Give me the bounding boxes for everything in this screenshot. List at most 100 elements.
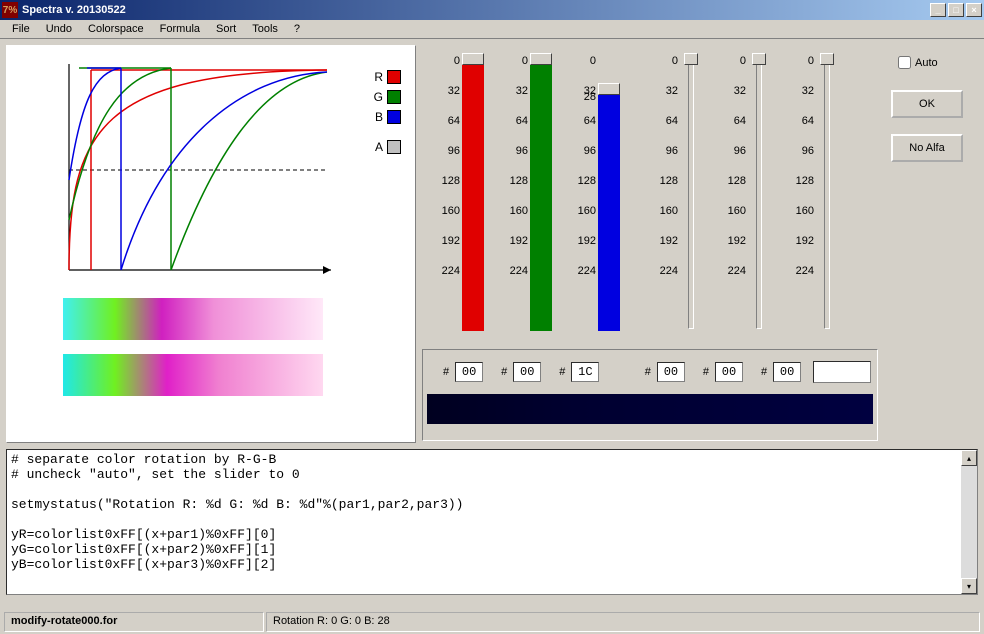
hex-input-2[interactable]: [571, 362, 599, 382]
tick-label: 96: [560, 145, 596, 157]
legend-item-a: A: [369, 140, 401, 154]
tick-label: 32: [424, 85, 460, 97]
hash-label: #: [559, 366, 565, 378]
tick-label: 0: [424, 55, 460, 67]
menu-tools[interactable]: Tools: [244, 21, 286, 37]
menu-sort[interactable]: Sort: [208, 21, 244, 37]
slider-track[interactable]: [688, 55, 694, 329]
tick-label: 64: [560, 115, 596, 127]
legend-swatch: [387, 140, 401, 154]
hex-input-1[interactable]: [513, 362, 541, 382]
tick-label: 128: [560, 175, 596, 187]
tick-label: 32: [778, 85, 814, 97]
tick-label: 224: [424, 265, 460, 277]
tick-label: 96: [642, 145, 678, 157]
slider-p5: 0326496128160192224: [708, 49, 776, 341]
slider-thumb[interactable]: [530, 53, 552, 65]
tick-label: 192: [642, 235, 678, 247]
menu-help[interactable]: ?: [286, 21, 308, 37]
auto-row: Auto: [884, 53, 970, 72]
menu-file[interactable]: File: [4, 21, 38, 37]
legend-item-b: B: [369, 110, 401, 124]
hex-row: # # # # # #: [423, 350, 877, 394]
hash-label: #: [703, 366, 709, 378]
scroll-down-icon[interactable]: ▾: [961, 578, 977, 594]
tick-label: 32: [642, 85, 678, 97]
hex-input-4[interactable]: [657, 362, 685, 382]
maximize-button[interactable]: □: [948, 3, 964, 17]
tick-label: 64: [710, 115, 746, 127]
hash-label: #: [501, 366, 507, 378]
legend-item-r: R: [369, 70, 401, 84]
scroll-track[interactable]: [961, 466, 977, 578]
slider-ticks: 0326496128160192224: [710, 55, 746, 277]
slider-fill: [598, 93, 620, 331]
slider-track[interactable]: [824, 55, 830, 329]
slider-ticks: 0326496128160192224: [560, 55, 596, 277]
tick-label: 128: [710, 175, 746, 187]
no-alfa-button[interactable]: No Alfa: [891, 134, 963, 162]
menu-colorspace[interactable]: Colorspace: [80, 21, 152, 37]
statusbar: modify-rotate000.for Rotation R: 0 G: 0 …: [4, 612, 980, 632]
tick-label: 224: [642, 265, 678, 277]
slider-ticks: 0326496128160192224: [492, 55, 528, 277]
legend-label: R: [369, 70, 383, 84]
hex-cell-4: #: [631, 362, 685, 382]
tick-label: 160: [710, 205, 746, 217]
tick-label: 96: [710, 145, 746, 157]
status-file: modify-rotate000.for: [4, 612, 264, 632]
close-button[interactable]: ×: [966, 3, 982, 17]
hex-cell-6: #: [747, 362, 801, 382]
gradient-preview-1: [63, 298, 323, 340]
hex-input-0[interactable]: [455, 362, 483, 382]
code-textarea[interactable]: [7, 450, 961, 594]
slider-thumb[interactable]: [820, 53, 834, 65]
tick-label: 32: [492, 85, 528, 97]
scrollbar[interactable]: ▴ ▾: [961, 450, 977, 594]
slider-blue: 032649612816019222428: [558, 49, 626, 341]
gradient-preview-2: [63, 354, 323, 396]
minimize-button[interactable]: _: [930, 3, 946, 17]
slider-thumb[interactable]: [598, 83, 620, 95]
tick-label: 64: [642, 115, 678, 127]
slider-ticks: 0326496128160192224: [424, 55, 460, 277]
slider-value-badge: 28: [578, 91, 596, 103]
hex-input-6[interactable]: [773, 362, 801, 382]
slider-ticks: 0326496128160192224: [778, 55, 814, 277]
status-message: Rotation R: 0 G: 0 B: 28: [266, 612, 980, 632]
menubar: FileUndoColorspaceFormulaSortTools?: [0, 20, 984, 39]
tick-label: 160: [492, 205, 528, 217]
slider-thumb[interactable]: [752, 53, 766, 65]
hash-label: #: [645, 366, 651, 378]
legend-swatch: [387, 90, 401, 104]
tick-label: 224: [492, 265, 528, 277]
hex-input-5[interactable]: [715, 362, 743, 382]
tick-label: 192: [710, 235, 746, 247]
legend-item-g: G: [369, 90, 401, 104]
tick-label: 0: [492, 55, 528, 67]
color-preview: [813, 361, 871, 383]
slider-p6: 0326496128160192224: [776, 49, 844, 341]
tick-label: 64: [424, 115, 460, 127]
tick-label: 192: [424, 235, 460, 247]
legend-label: G: [369, 90, 383, 104]
window-buttons: _ □ ×: [930, 3, 982, 17]
slider-ticks: 0326496128160192224: [642, 55, 678, 277]
slider-thumb[interactable]: [462, 53, 484, 65]
window-title: Spectra v. 20130522: [22, 4, 930, 16]
ok-button[interactable]: OK: [891, 90, 963, 118]
tick-label: 224: [560, 265, 596, 277]
menu-undo[interactable]: Undo: [38, 21, 80, 37]
hex-cell-1: #: [487, 362, 541, 382]
tick-label: 128: [642, 175, 678, 187]
menu-formula[interactable]: Formula: [152, 21, 208, 37]
tick-label: 192: [492, 235, 528, 247]
tick-label: 192: [560, 235, 596, 247]
auto-checkbox[interactable]: [898, 56, 911, 69]
legend: RGB A: [369, 70, 401, 160]
scroll-up-icon[interactable]: ▴: [961, 450, 977, 466]
hex-cell-0: #: [429, 362, 483, 382]
legend-swatch: [387, 70, 401, 84]
slider-thumb[interactable]: [684, 53, 698, 65]
slider-track[interactable]: [756, 55, 762, 329]
